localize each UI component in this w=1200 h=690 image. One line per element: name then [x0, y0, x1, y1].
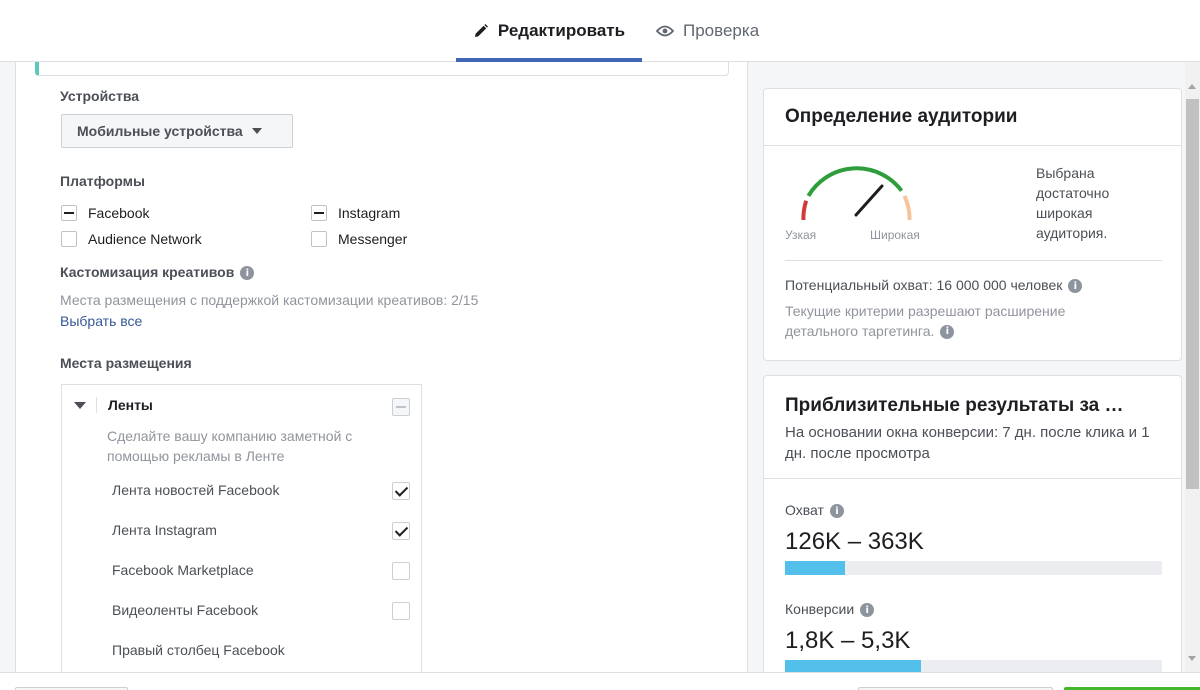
gauge-narrow-label: Узкая: [785, 228, 817, 242]
eye-icon: [656, 25, 674, 37]
estimated-results-card: Приблизительные результаты за … На основ…: [763, 375, 1182, 685]
reach-metric-label-row: Охват i: [785, 502, 844, 519]
platform-facebook-checkbox[interactable]: [61, 205, 77, 221]
conversions-metric-value: 1,8K – 5,3K: [785, 627, 911, 654]
divider: [764, 478, 1181, 479]
top-tab-bar: Редактировать Проверка: [0, 0, 1200, 62]
feeds-group-description: Сделайте вашу компанию заметной с помощь…: [107, 428, 353, 464]
targeting-criteria-line: Текущие критерии разрешают расширение де…: [785, 301, 1125, 341]
info-icon[interactable]: i: [1068, 279, 1083, 294]
platform-instagram[interactable]: Instagram: [311, 205, 400, 221]
bottom-action-bar: [0, 672, 1200, 690]
potential-reach-line: Потенциальный охват: 16 000 000 человек i: [785, 277, 1083, 294]
tab-edit-label: Редактировать: [497, 21, 626, 40]
previous-section-card: [35, 62, 729, 76]
potential-reach-text: Потенциальный охват: 16 000 000 человек: [785, 277, 1063, 293]
feeds-group-header[interactable]: Ленты: [62, 385, 421, 425]
customization-heading: Кастомизация креативов i: [60, 264, 255, 281]
placement-instagram-feed-checkbox[interactable]: [392, 522, 410, 540]
info-icon[interactable]: i: [240, 266, 255, 281]
devices-label: Устройства: [60, 88, 140, 104]
reach-metric-value: 126K – 363K: [785, 528, 924, 555]
reach-bar: [785, 561, 1162, 575]
platform-messenger[interactable]: Messenger: [311, 231, 407, 247]
platform-facebook[interactable]: Facebook: [61, 205, 149, 221]
audience-card-title: Определение аудитории: [785, 106, 1018, 127]
placement-facebook-video-feeds: Видеоленты Facebook: [112, 602, 259, 618]
platform-facebook-label: Facebook: [88, 205, 150, 221]
scroll-up-arrow-icon[interactable]: [1188, 84, 1196, 89]
platform-audience-network-checkbox[interactable]: [61, 231, 77, 247]
results-card-title: Приблизительные результаты за …: [785, 395, 1124, 416]
scroll-down-arrow-icon[interactable]: [1188, 656, 1196, 661]
right-scrollbar[interactable]: [1185, 62, 1200, 672]
placement-facebook-news-feed: Лента новостей Facebook: [112, 482, 280, 498]
scroll-thumb[interactable]: [1186, 99, 1199, 489]
platform-audience-network[interactable]: Audience Network: [61, 231, 202, 247]
caret-down-icon: [251, 128, 262, 134]
tab-edit[interactable]: Редактировать: [456, 0, 642, 62]
audience-status-text: Выбрана достаточно широкая аудитория.: [1036, 165, 1110, 241]
pencil-icon: [474, 24, 488, 37]
placement-facebook-news-feed-checkbox[interactable]: [392, 482, 410, 500]
feeds-group-checkbox[interactable]: [392, 398, 410, 416]
targeting-criteria-text: Текущие критерии разрешают расширение де…: [785, 303, 1066, 339]
divider: [785, 260, 1162, 261]
placement-facebook-marketplace: Facebook Marketplace: [112, 562, 254, 578]
platform-instagram-checkbox[interactable]: [311, 205, 327, 221]
platform-audience-network-label: Audience Network: [88, 231, 202, 247]
feeds-group-title: Ленты: [108, 397, 153, 413]
devices-dropdown-value: Мобильные устройства: [77, 123, 243, 139]
conversions-metric-label-row: Конверсии i: [785, 601, 875, 618]
devices-dropdown[interactable]: Мобильные устройства: [61, 114, 293, 148]
divider: [96, 397, 97, 413]
audience-definition-card: Определение аудитории Узкая Широкая Выбр…: [763, 88, 1182, 361]
reach-metric-label: Охват: [785, 502, 824, 518]
tab-review-label: Проверка: [683, 21, 760, 40]
customization-support-text: Места размещения с поддержкой кастомизац…: [60, 292, 479, 308]
audience-gauge: [801, 166, 912, 221]
results-card-subtitle: На основании окна конверсии: 7 дн. после…: [785, 424, 1150, 462]
placements-label: Места размещения: [60, 355, 192, 371]
gauge-wide-label: Широкая: [870, 228, 920, 242]
tab-review[interactable]: Проверка: [656, 0, 759, 62]
placement-instagram-feed: Лента Instagram: [112, 522, 217, 538]
reach-bar-fill: [785, 561, 846, 575]
platform-instagram-label: Instagram: [338, 205, 401, 221]
info-icon[interactable]: i: [829, 504, 844, 519]
chevron-down-icon[interactable]: [74, 402, 86, 409]
select-all-link[interactable]: Выбрать все: [60, 313, 142, 329]
info-icon[interactable]: i: [860, 603, 875, 618]
placement-facebook-right-column: Правый столбец Facebook: [112, 642, 285, 658]
customization-label: Кастомизация креативов: [60, 264, 235, 280]
info-icon[interactable]: i: [940, 325, 955, 340]
conversions-metric-label: Конверсии: [785, 601, 855, 617]
divider: [764, 145, 1181, 146]
placements-list: Ленты Сделайте вашу компанию заметной с …: [61, 384, 422, 672]
placements-panel: Устройства Мобильные устройства Платформ…: [15, 62, 748, 672]
placement-facebook-marketplace-checkbox[interactable]: [392, 562, 410, 580]
placement-facebook-video-feeds-checkbox[interactable]: [392, 602, 410, 620]
platform-messenger-checkbox[interactable]: [311, 231, 327, 247]
platform-messenger-label: Messenger: [338, 231, 408, 247]
platforms-label: Платформы: [60, 173, 145, 189]
